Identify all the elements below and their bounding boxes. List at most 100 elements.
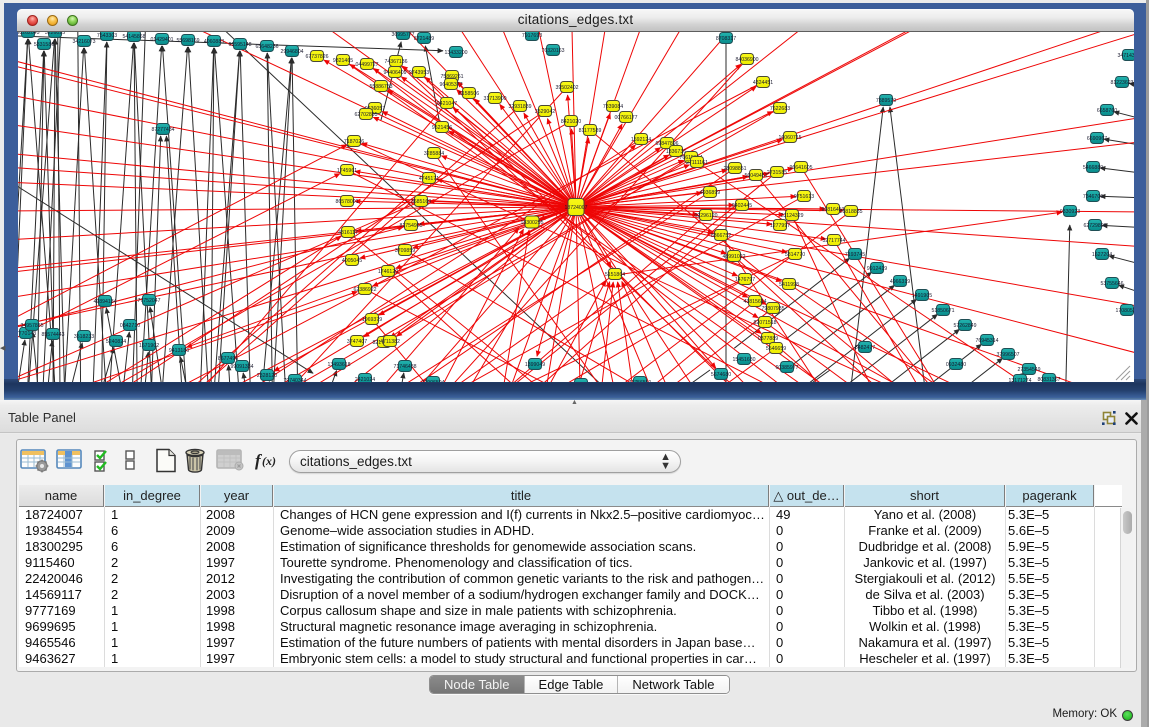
svg-text:1277997: 1277997 <box>770 223 790 229</box>
svg-text:7346706: 7346706 <box>1083 194 1103 200</box>
svg-text:9521456: 9521456 <box>432 125 452 131</box>
svg-text:5331586: 5331586 <box>34 42 54 48</box>
svg-text:18724007: 18724007 <box>564 205 587 211</box>
svg-text:99091334: 99091334 <box>230 364 253 370</box>
svg-text:3518233: 3518233 <box>74 334 94 340</box>
svg-text:1671902: 1671902 <box>139 343 159 349</box>
svg-text:7543303: 7543303 <box>97 33 117 39</box>
svg-text:36995777: 36995777 <box>391 32 414 38</box>
svg-text:13171274: 13171274 <box>1008 378 1031 382</box>
svg-text:7889579: 7889579 <box>876 98 896 104</box>
svg-text:1491905: 1491905 <box>912 293 932 299</box>
svg-text:02296120: 02296120 <box>694 213 717 219</box>
svg-text:7839084: 7839084 <box>603 104 623 110</box>
svg-text:9751613: 9751613 <box>794 194 814 200</box>
svg-text:4324451: 4324451 <box>753 80 773 86</box>
svg-text:1969379: 1969379 <box>362 317 382 323</box>
svg-text:8721489: 8721489 <box>414 36 434 42</box>
svg-text:4005045: 4005045 <box>342 258 362 264</box>
svg-text:34957885: 34957885 <box>20 323 43 329</box>
svg-text:04499727: 04499727 <box>355 62 378 68</box>
svg-text:5814770: 5814770 <box>785 252 805 258</box>
svg-text:21818835: 21818835 <box>839 209 862 215</box>
svg-text:13493618: 13493618 <box>327 362 350 368</box>
svg-text:2731585: 2731585 <box>767 170 787 176</box>
svg-text:00766177: 00766177 <box>614 115 637 121</box>
svg-text:9402445: 9402445 <box>732 203 752 209</box>
svg-text:7187026: 7187026 <box>344 139 364 145</box>
svg-text:4316117: 4316117 <box>338 230 358 236</box>
svg-text:8421020: 8421020 <box>561 119 581 125</box>
svg-text:86578091: 86578091 <box>335 199 358 205</box>
svg-text:54145868: 54145868 <box>122 34 145 40</box>
svg-text:28098851: 28098851 <box>723 166 746 172</box>
svg-text:71746488: 71746488 <box>393 364 416 370</box>
svg-text:55886753: 55886753 <box>369 84 392 90</box>
svg-text:57262849: 57262849 <box>953 323 976 329</box>
svg-text:94406409: 94406409 <box>383 70 406 76</box>
svg-text:77752047: 77752047 <box>137 298 160 304</box>
svg-text:98262045: 98262045 <box>18 32 40 36</box>
svg-text:5240824: 5240824 <box>106 339 126 345</box>
svg-text:76320163: 76320163 <box>541 48 564 54</box>
svg-text:74367136: 74367136 <box>384 59 407 65</box>
svg-text:2328120: 2328120 <box>257 373 277 379</box>
svg-text:8677496: 8677496 <box>218 356 238 362</box>
svg-text:79740344: 79740344 <box>283 378 306 382</box>
svg-text:0330923: 0330923 <box>1060 209 1080 215</box>
svg-text:3226025: 3226025 <box>45 32 65 36</box>
svg-text:4936899: 4936899 <box>700 190 720 196</box>
svg-text:39502402: 39502402 <box>555 85 578 91</box>
svg-text:96641605: 96641605 <box>789 165 812 171</box>
svg-text:34216073: 34216073 <box>72 39 95 45</box>
svg-text:51850671: 51850671 <box>931 308 954 314</box>
svg-text:87277434: 87277434 <box>151 127 174 133</box>
svg-text:8708317: 8708317 <box>716 36 736 42</box>
svg-text:7770143: 7770143 <box>18 331 36 337</box>
svg-text:80831367: 80831367 <box>1037 377 1060 382</box>
svg-text:9912419: 9912419 <box>867 266 887 272</box>
svg-text:7622683: 7622683 <box>770 106 790 112</box>
svg-text:71756551: 71756551 <box>628 380 651 382</box>
svg-text:3482477: 3482477 <box>855 345 875 351</box>
svg-text:62386922: 62386922 <box>353 287 376 293</box>
svg-text:34714345: 34714345 <box>1117 53 1134 59</box>
svg-text:01429401: 01429401 <box>150 37 173 43</box>
svg-text:6690967: 6690967 <box>1087 136 1107 142</box>
svg-text:55698169: 55698169 <box>176 38 199 44</box>
svg-text:32931839: 32931839 <box>508 104 531 110</box>
svg-text:60385977: 60385977 <box>775 365 798 371</box>
svg-text:0377889: 0377889 <box>758 336 778 342</box>
svg-text:45991022: 45991022 <box>722 254 745 260</box>
svg-text:31713900: 31713900 <box>483 96 506 102</box>
svg-text:62702895: 62702895 <box>354 112 377 118</box>
svg-text:3747407: 3747407 <box>347 339 367 345</box>
svg-text:7917693: 7917693 <box>522 33 542 39</box>
svg-text:1745961: 1745961 <box>337 168 357 174</box>
svg-text:65648236: 65648236 <box>255 44 278 50</box>
svg-text:4745171: 4745171 <box>419 176 439 182</box>
svg-text:9743953: 9743953 <box>409 70 429 76</box>
svg-text:62729806: 62729806 <box>1083 223 1106 229</box>
svg-text:85574443: 85574443 <box>41 332 64 338</box>
svg-text:79807935: 79807935 <box>761 306 784 312</box>
svg-text:53755646: 53755646 <box>1100 281 1123 287</box>
svg-text:96405377: 96405377 <box>439 82 462 88</box>
svg-text:1592124: 1592124 <box>631 137 651 143</box>
svg-text:2421024: 2421024 <box>355 377 375 382</box>
svg-text:1746120: 1746120 <box>378 269 398 275</box>
svg-text:67737826: 67737826 <box>305 54 328 60</box>
svg-text:61595148: 61595148 <box>228 42 251 48</box>
svg-text:84036900: 84036900 <box>735 57 758 63</box>
svg-text:4966319: 4966319 <box>890 279 910 285</box>
svg-text:76945314: 76945314 <box>975 338 998 344</box>
svg-text:52717744: 52717744 <box>822 238 845 244</box>
svg-text:29946804: 29946804 <box>280 49 303 55</box>
svg-text:15451680: 15451680 <box>732 357 755 363</box>
svg-text:71906594: 71906594 <box>421 380 444 382</box>
svg-text:16060715: 16060715 <box>778 135 801 141</box>
svg-text:7193745: 7193745 <box>845 252 865 258</box>
svg-text:4060883: 4060883 <box>204 39 224 45</box>
svg-text:81223623: 81223623 <box>1110 80 1133 86</box>
svg-text:3529042: 3529042 <box>535 109 555 115</box>
